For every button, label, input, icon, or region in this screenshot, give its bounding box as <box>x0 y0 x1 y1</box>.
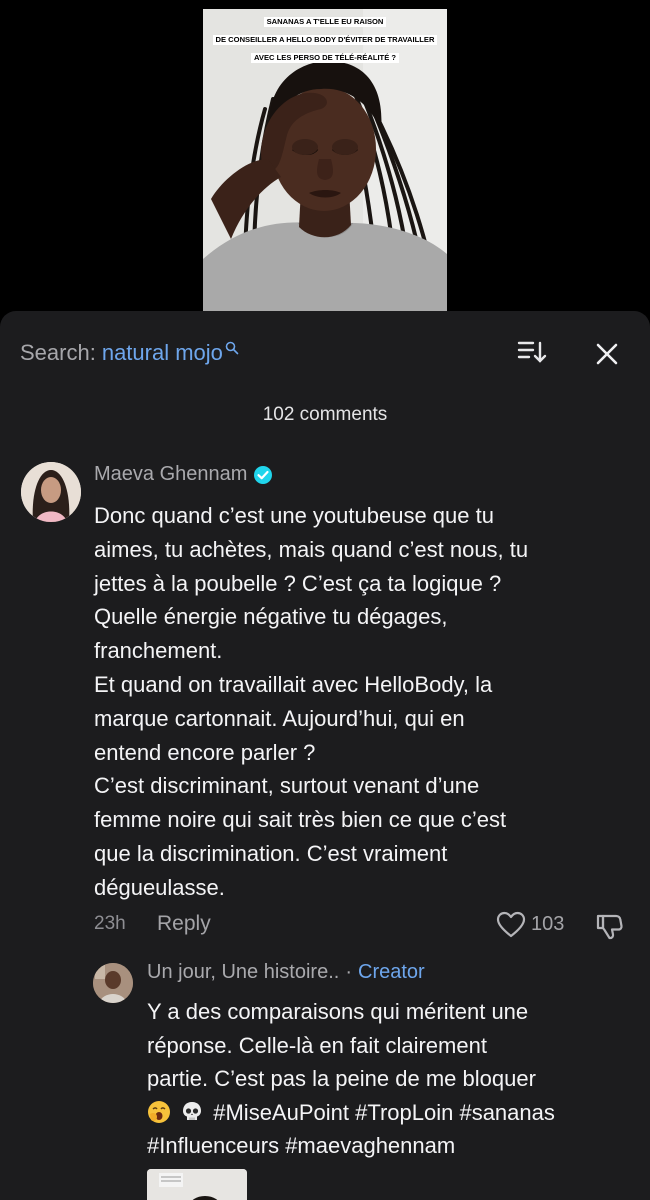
caption-line: AVEC LES PERSO DE TÉLÉ-RÉALITÉ ? <box>250 53 400 63</box>
yawning-face-emoji <box>148 1100 170 1123</box>
reply-avatar-image <box>93 963 133 1003</box>
heart-icon[interactable] <box>496 911 526 939</box>
comments-panel: Search: natural mojo 102 comments Maeva … <box>0 311 650 1200</box>
separator-dot: · <box>345 961 352 983</box>
video-caption: SANANAS A T'ELLE EU RAISON DE CONSEILLER… <box>203 11 447 65</box>
comment-author-name[interactable]: Maeva Ghennam <box>94 463 247 486</box>
creator-badge: Creator <box>358 961 425 983</box>
comment-count: 102 comments <box>262 404 388 425</box>
caption-line: SANANAS A T'ELLE EU RAISON <box>263 17 387 27</box>
search-term-link[interactable]: natural mojo <box>102 340 223 366</box>
reply-line: réponse. Celle-là en fait clairement <box>147 1032 487 1058</box>
comment-actions: 23h Reply 103 <box>94 911 634 941</box>
comment-line: jettes à la poubelle ? C’est ça ta logiq… <box>94 570 502 596</box>
reply-text: Y a des comparaisons qui méritent une ré… <box>147 995 637 1163</box>
sort-icon[interactable] <box>517 340 547 364</box>
hashtags: #MiseAuPoint #TropLoin #sananas <box>213 1099 555 1125</box>
caption-line: DE CONSEILLER A HELLO BODY D'ÉVITER DE T… <box>212 35 438 45</box>
search-suggestion[interactable]: Search: natural mojo <box>20 337 239 369</box>
dislike-icon[interactable] <box>594 911 624 941</box>
reply-avatar[interactable] <box>93 963 133 1003</box>
avatar[interactable] <box>21 462 81 522</box>
search-prefix-label: Search: <box>20 340 96 365</box>
avatar-image <box>21 462 81 522</box>
comment-line: que la discrimination. C’est vraiment <box>94 840 448 866</box>
verified-badge-icon <box>254 465 273 484</box>
reply-author-row: Un jour, Une histoire.. · Creator <box>147 961 425 984</box>
comment-line: aimes, tu achètes, mais quand c’est nous… <box>94 536 529 562</box>
reply-line: Y a des comparaisons qui méritent une <box>147 999 529 1024</box>
comment-line: C’est discriminant, surtout venant d’une <box>94 773 480 799</box>
reply-button[interactable]: Reply <box>157 912 211 936</box>
reply-line-with-emoji: #MiseAuPoint #TropLoin #sananas <box>147 1096 637 1130</box>
close-icon[interactable] <box>595 342 619 366</box>
skull-emoji <box>183 1101 202 1120</box>
comment-line: entend encore parler ? <box>94 739 316 765</box>
comment-line: femme noire qui sait très bien ce que c’… <box>94 807 507 833</box>
comment-line: Et quand on travaillait avec HelloBody, … <box>94 671 493 697</box>
attached-video-thumbnail[interactable] <box>147 1169 247 1200</box>
thumbnail-image <box>147 1169 247 1200</box>
comment-line: Donc quand c’est une youtubeuse que tu <box>94 503 494 528</box>
comment-text: Donc quand c’est une youtubeuse que tu a… <box>94 499 624 905</box>
video-player[interactable]: SANANAS A T'ELLE EU RAISON DE CONSEILLER… <box>0 0 650 318</box>
video-frame[interactable]: SANANAS A T'ELLE EU RAISON DE CONSEILLER… <box>203 9 447 311</box>
comment-line: dégueulasse. <box>94 874 225 900</box>
comment-line: franchement. <box>94 638 223 664</box>
comment-timestamp: 23h <box>94 913 126 934</box>
reply-author-name[interactable]: Un jour, Une histoire.. <box>147 961 339 984</box>
comment-line: marque cartonnait. Aujourd’hui, qui en <box>94 705 465 731</box>
like-count: 103 <box>531 913 565 935</box>
reply-line: partie. C’est pas la peine de me bloquer <box>147 1066 536 1092</box>
search-icon <box>225 341 239 355</box>
reply-line: #Influenceurs #maevaghennam <box>147 1133 456 1159</box>
comment-author-row: Maeva Ghennam <box>94 463 273 486</box>
comment-line: Quelle énergie négative tu dégages, <box>94 604 448 630</box>
